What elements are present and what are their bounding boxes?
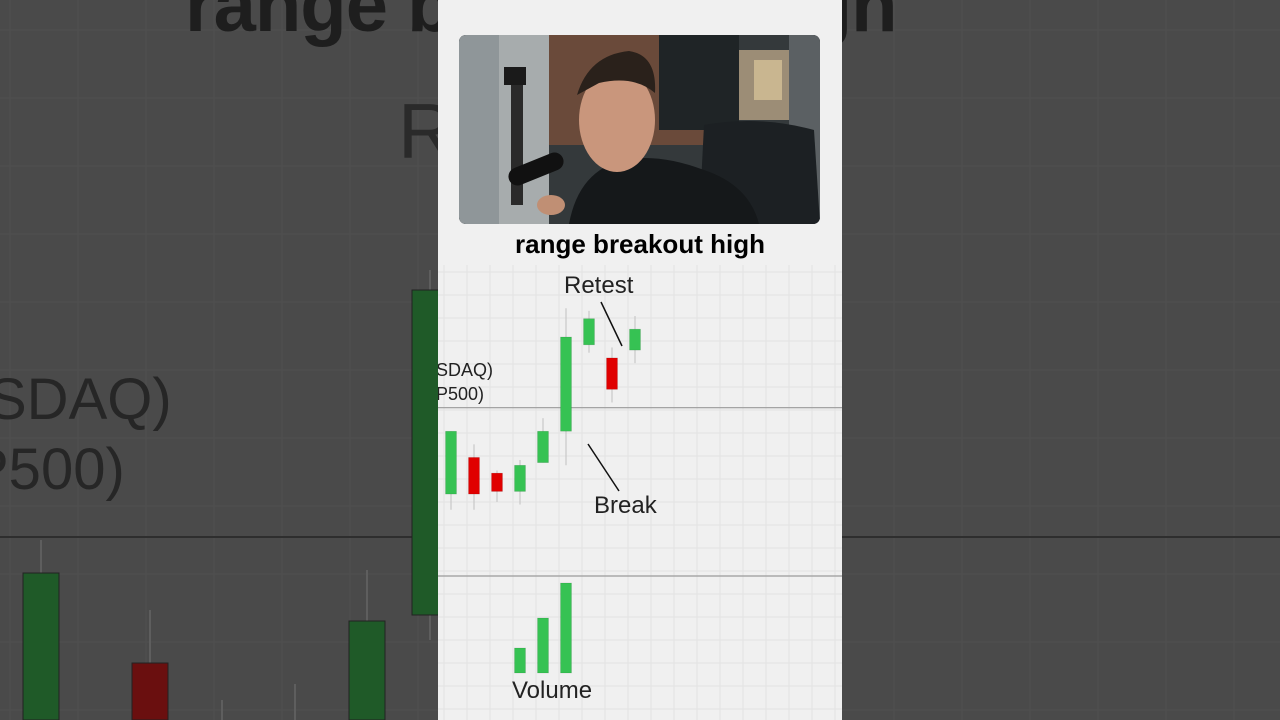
annotation-volume: Volume [512, 677, 593, 704]
index-label-sp500: P500) [438, 384, 485, 404]
bg-candle-body [131, 662, 169, 720]
background-index-label-2: P500) [0, 437, 125, 502]
annotation-retest: Retest [564, 272, 634, 299]
retest-pointer [600, 301, 623, 347]
candle-body-up [537, 430, 549, 463]
candle-body-up [445, 430, 457, 495]
background-index-label-1: SDAQ) [0, 367, 172, 432]
candle-body-up [514, 464, 526, 492]
video-panel: range breakout high SDAQ) P500) Retest B… [438, 0, 842, 720]
candle-body-up [629, 328, 641, 351]
bg-candle-body [22, 572, 60, 720]
candle-body-down [468, 457, 480, 495]
volume-bar [537, 617, 549, 674]
volume-bar [560, 582, 572, 674]
bg-candle-body [348, 620, 386, 720]
candlestick-chart [438, 301, 842, 674]
break-pointer [587, 443, 620, 492]
annotation-break: Break [594, 492, 657, 519]
candle-body-up [560, 336, 572, 432]
index-label-nasdaq: SDAQ) [438, 360, 494, 380]
candle-body-up [583, 318, 595, 346]
candle-body-down [606, 357, 618, 390]
candle-body-down [491, 472, 503, 492]
volume-bar [514, 647, 526, 674]
